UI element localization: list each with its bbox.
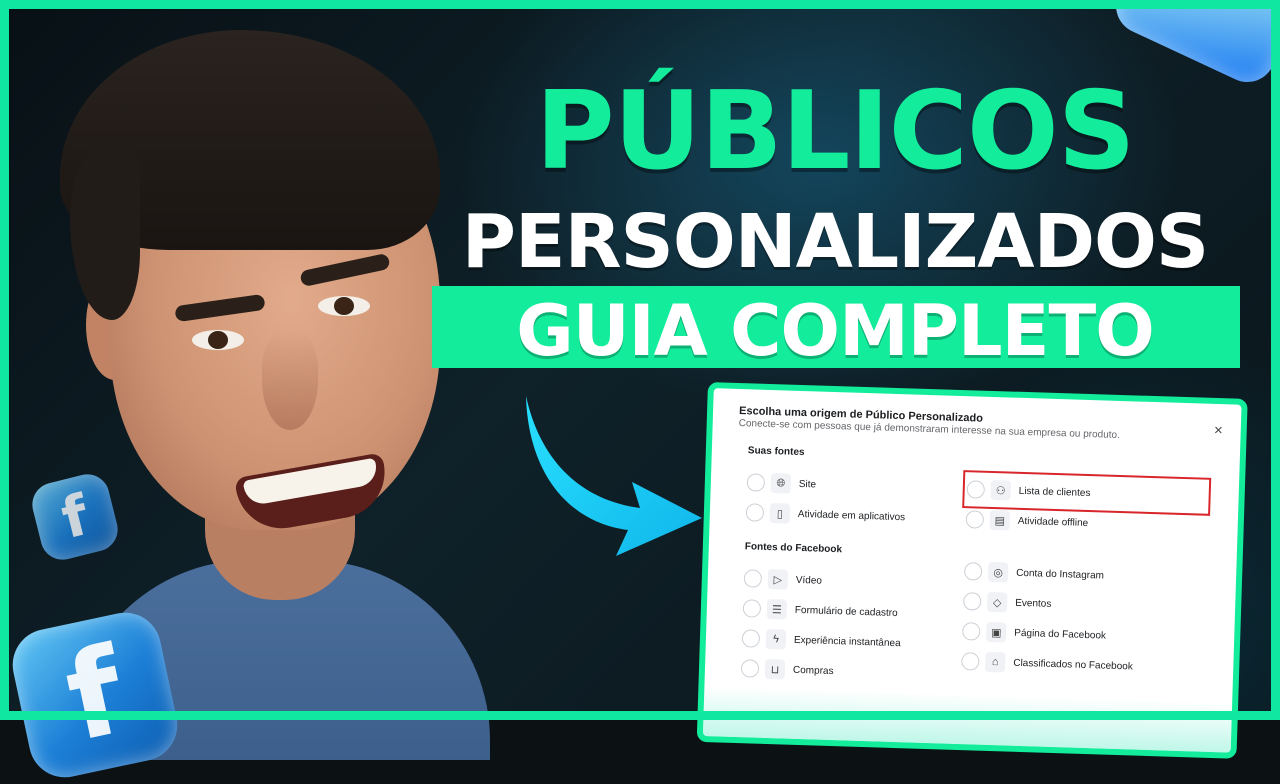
presenter-hair-side bbox=[70, 150, 140, 320]
option-label: Página do Facebook bbox=[1014, 627, 1107, 642]
option-label: Vídeo bbox=[795, 574, 823, 587]
headline-line-2: PERSONALIZADOS bbox=[461, 199, 1209, 285]
option-label: Lista de clientes bbox=[1018, 485, 1091, 499]
form-icon: ☰ bbox=[766, 598, 788, 620]
play-icon: ▷ bbox=[767, 568, 789, 590]
store-icon: ▤ bbox=[989, 509, 1011, 531]
option-app-activity[interactable]: ▯ Atividade em aplicativos bbox=[745, 497, 966, 534]
cart-icon: ⊔ bbox=[764, 658, 786, 680]
headline-line-3: GUIA COMPLETO bbox=[516, 290, 1154, 372]
phone-icon: ▯ bbox=[769, 503, 791, 524]
curved-arrow-icon bbox=[526, 396, 702, 556]
options-column-left: Suas fontes 🌐︎ Site ▯ Atividade em aplic… bbox=[740, 445, 968, 690]
facebook-logo-large-icon: f bbox=[6, 606, 184, 784]
option-label: Site bbox=[798, 478, 817, 490]
custom-audience-dialog: Escolha uma origem de Público Personaliz… bbox=[696, 382, 1248, 759]
presenter-nose bbox=[262, 330, 318, 430]
option-label: Conta do Instagram bbox=[1015, 567, 1105, 582]
left-eye bbox=[192, 330, 244, 350]
page-icon: ▣ bbox=[985, 621, 1007, 643]
radio-button[interactable] bbox=[962, 622, 981, 641]
close-icon[interactable]: × bbox=[1214, 422, 1223, 439]
globe-icon: 🌐︎ bbox=[770, 473, 792, 494]
radio-button[interactable] bbox=[741, 629, 761, 648]
option-label: Atividade offline bbox=[1017, 515, 1089, 529]
option-label: Eventos bbox=[1015, 597, 1052, 610]
instagram-icon: ◎ bbox=[987, 561, 1009, 583]
option-label: Experiência instantânea bbox=[793, 634, 901, 649]
lightning-icon: ϟ bbox=[765, 628, 787, 650]
radio-button[interactable] bbox=[740, 659, 760, 678]
radio-button[interactable] bbox=[963, 562, 983, 581]
radio-button[interactable] bbox=[962, 592, 982, 611]
right-eye bbox=[318, 296, 370, 316]
radio-button[interactable] bbox=[745, 503, 765, 522]
section-heading-facebook-sources: Fontes do Facebook bbox=[744, 541, 843, 556]
radio-button[interactable] bbox=[746, 473, 766, 492]
options-column-right: ⚇ Lista de clientes ▤ Atividade offline … bbox=[961, 452, 1212, 684]
option-label: Atividade em aplicativos bbox=[797, 508, 906, 523]
option-shopping[interactable]: ⊔ Compras bbox=[740, 653, 962, 690]
radio-button[interactable] bbox=[742, 599, 762, 618]
option-label: Formulário de cadastro bbox=[794, 604, 898, 619]
section-heading-own-sources: Suas fontes bbox=[747, 445, 805, 459]
radio-button[interactable] bbox=[965, 510, 985, 529]
facebook-letter-large: f bbox=[55, 621, 135, 769]
people-icon: ⚇ bbox=[990, 479, 1012, 501]
headline-line-1: PÚBLICOS bbox=[535, 69, 1135, 194]
ticket-icon: ◇ bbox=[986, 591, 1008, 613]
option-marketplace[interactable]: ⌂ Classificados no Facebook bbox=[961, 646, 1202, 684]
marketplace-icon: ⌂ bbox=[985, 651, 1006, 673]
option-label: Classificados no Facebook bbox=[1013, 657, 1133, 672]
option-label: Compras bbox=[792, 664, 834, 677]
radio-button[interactable] bbox=[961, 652, 980, 671]
radio-button[interactable] bbox=[966, 480, 986, 499]
radio-button[interactable] bbox=[743, 569, 763, 588]
